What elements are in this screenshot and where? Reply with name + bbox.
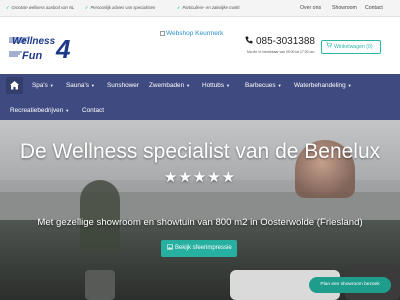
nav-item-spas[interactable]: Spa's ▼ bbox=[32, 82, 54, 89]
phone-icon bbox=[245, 36, 253, 46]
image-icon bbox=[167, 241, 173, 258]
nav-item-contact[interactable]: Contact bbox=[82, 107, 104, 114]
check-icon: ✓ bbox=[177, 5, 181, 10]
toplink-over-ons[interactable]: Over ons bbox=[300, 5, 321, 11]
usp-text: Particuliere- en zakelijke markt bbox=[182, 5, 240, 10]
nav-item-sunshower[interactable]: Sunshower bbox=[107, 82, 139, 89]
check-icon: ✓ bbox=[6, 5, 10, 10]
nav-label: Spa's bbox=[32, 82, 48, 89]
nav-item-hottubs[interactable]: Hottubs ▼ bbox=[202, 82, 230, 89]
nav-label: Recreatiebedrijven bbox=[10, 107, 64, 114]
nav-item-barbecues[interactable]: Barbecues ▼ bbox=[245, 82, 282, 89]
nav-item-saunas[interactable]: Sauna's ▼ bbox=[66, 82, 95, 89]
nav-label: Sunshower bbox=[107, 82, 139, 89]
usp-text: Grootste wellness aanbod van NL bbox=[11, 5, 75, 10]
nav-item-zwembaden[interactable]: Zwembaden ▼ bbox=[149, 82, 190, 89]
usp-text: Persoonlijk advies van specialisten bbox=[90, 5, 156, 10]
sfeerimpressie-button[interactable]: Bekijk sfeerimpressie bbox=[161, 240, 237, 257]
toplink-contact[interactable]: Contact bbox=[365, 5, 383, 11]
chevron-down-icon: ▼ bbox=[277, 83, 282, 88]
hero-pot-image bbox=[85, 270, 115, 300]
nav-label: Waterbehandeling bbox=[294, 82, 346, 89]
phone-number[interactable]: 085-3031388 bbox=[245, 36, 315, 47]
usp-item: ✓ Persoonlijk advies van specialisten bbox=[85, 5, 155, 10]
toplink-showroom[interactable]: Showroom bbox=[332, 5, 357, 11]
sfeerimpressie-label: Bekijk sfeerimpressie bbox=[175, 245, 232, 251]
nav-home[interactable] bbox=[6, 77, 23, 94]
usp-item: ✓ Grootste wellness aanbod van NL bbox=[6, 5, 74, 10]
nav-label: Contact bbox=[82, 107, 105, 114]
chevron-down-icon: ▼ bbox=[347, 83, 352, 88]
chevron-down-icon: ▼ bbox=[49, 83, 54, 88]
phone-text: 085-3031388 bbox=[256, 36, 315, 47]
hero-title: De Wellness specialist van de Benelux bbox=[19, 140, 381, 163]
nav-label: Zwembaden bbox=[149, 82, 185, 89]
cart-button[interactable]: Winkelwagen (0) bbox=[321, 40, 381, 54]
broken-image-icon bbox=[160, 31, 165, 36]
visit-label: Plan een showroom bezoek bbox=[320, 282, 380, 287]
nav-item-recreatiebedrijven[interactable]: Recreatiebedrijven ▼ bbox=[10, 107, 69, 114]
nav-item-waterbehandeling[interactable]: Waterbehandeling ▼ bbox=[294, 82, 352, 89]
svg-text:Wellness: Wellness bbox=[12, 36, 56, 47]
nav-label: Barbecues bbox=[245, 82, 276, 89]
chevron-down-icon: ▼ bbox=[65, 108, 70, 113]
usp-item: ✓ Particuliere- en zakelijke markt bbox=[177, 5, 240, 10]
svg-text:Fun: Fun bbox=[22, 50, 42, 62]
cart-icon bbox=[326, 41, 332, 53]
home-icon bbox=[10, 81, 19, 90]
opening-hours: Ma t/m Vr bereikbaar van 09:00 tot 17:00… bbox=[247, 50, 315, 54]
chevron-down-icon: ▼ bbox=[186, 83, 191, 88]
main-navigation: Spa's ▼ Sauna's ▼ Sunshower Zwembaden ▼ Hot… bbox=[0, 74, 400, 120]
plan-showroom-visit-button[interactable]: Plan een showroom bezoek bbox=[309, 277, 391, 293]
check-icon: ✓ bbox=[85, 5, 89, 10]
chevron-down-icon: ▼ bbox=[90, 83, 95, 88]
chevron-down-icon: ▼ bbox=[226, 83, 230, 88]
nav-label: Hottubs bbox=[202, 82, 225, 89]
top-bar: ✓ Grootste wellness aanbod van NL ✓ Persoo… bbox=[0, 0, 400, 17]
hero-banner: De Wellness specialist van de Benelux ★★… bbox=[0, 120, 400, 300]
hero-subtitle: Met gezellige showroom en showtuin van 8… bbox=[37, 217, 363, 228]
site-header: Wellness 4 Fun Webshop Keurmerk 085-3031… bbox=[0, 18, 400, 73]
hero-plant-image bbox=[80, 180, 120, 250]
nav-label: Sauna's bbox=[66, 82, 89, 89]
webshop-keurmerk-image[interactable]: Webshop Keurmerk bbox=[160, 30, 223, 38]
cart-label: Winkelwagen (0) bbox=[334, 44, 373, 50]
site-logo[interactable]: Wellness 4 Fun bbox=[8, 28, 74, 64]
rating-stars-icon: ★★★★★ bbox=[163, 169, 237, 186]
keurmerk-alt-text: Webshop Keurmerk bbox=[166, 30, 224, 37]
svg-text:4: 4 bbox=[55, 34, 71, 64]
